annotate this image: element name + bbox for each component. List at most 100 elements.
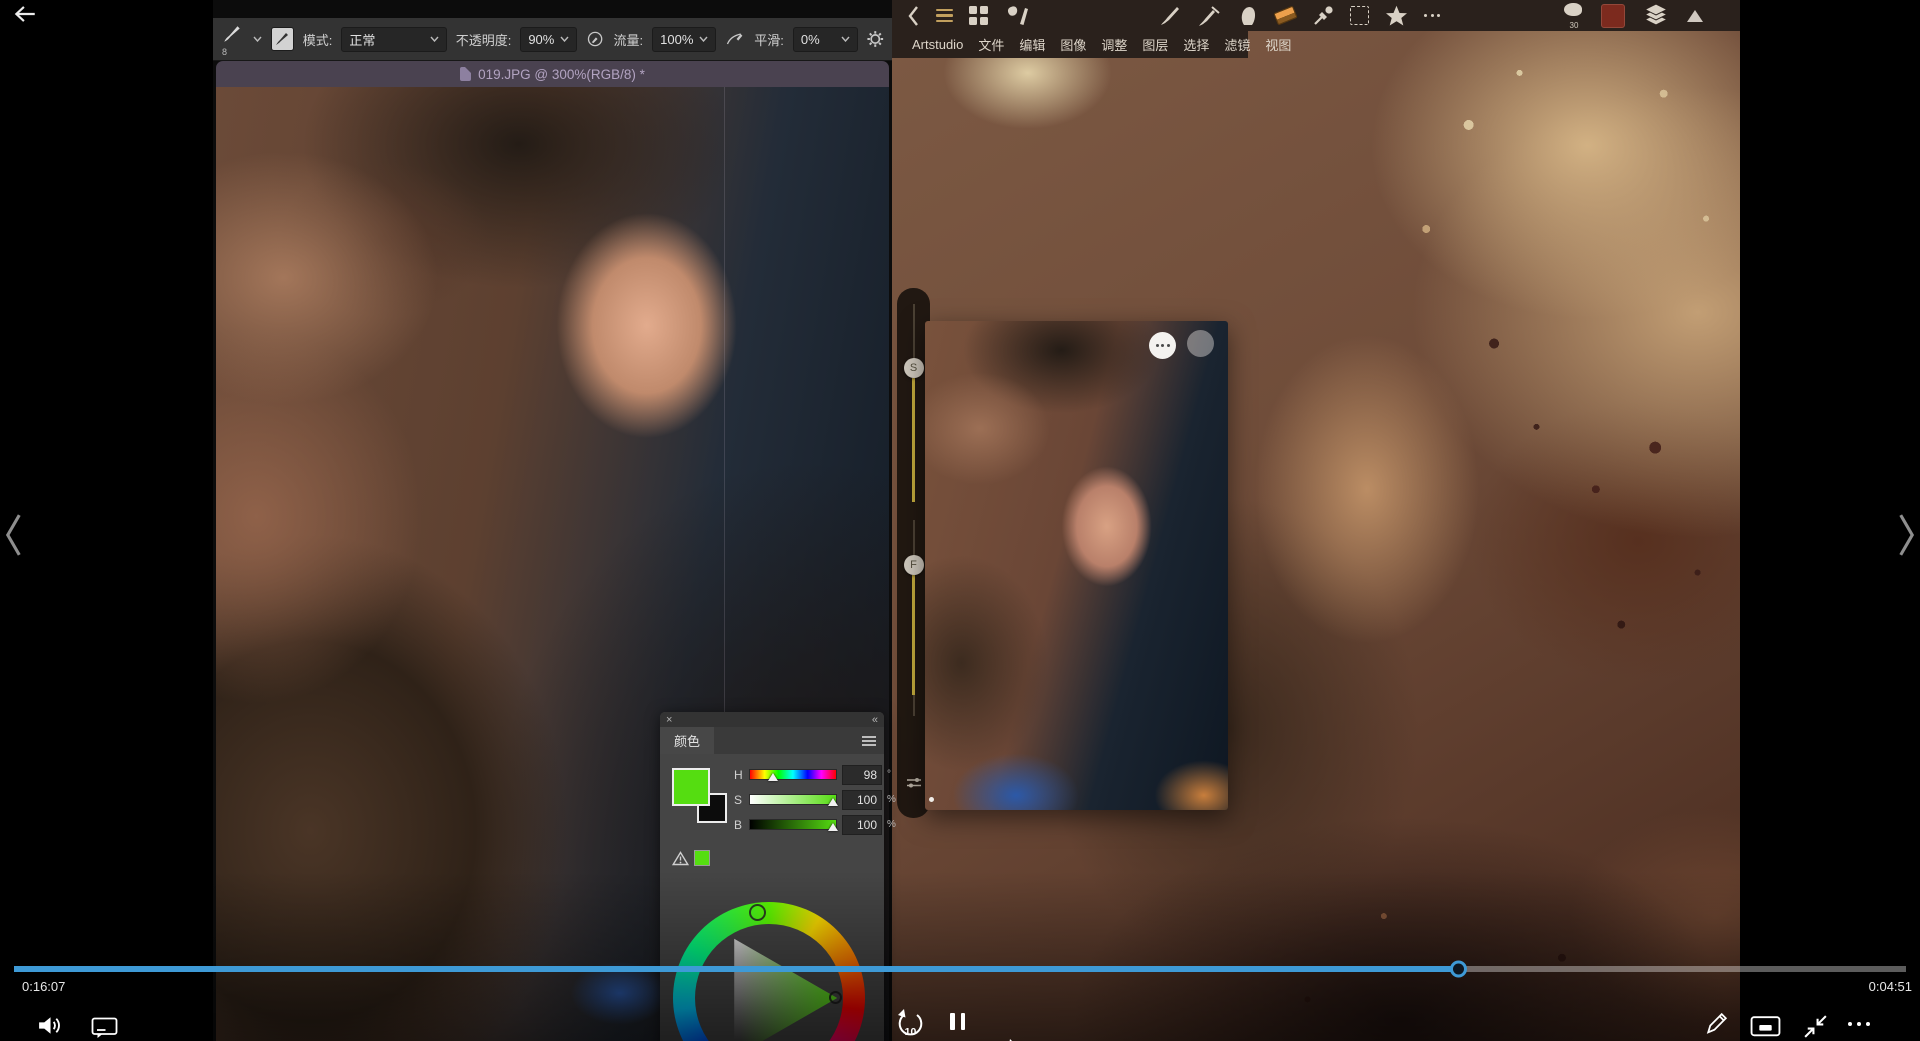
back-chevron-icon[interactable] xyxy=(906,5,920,27)
chevron-down-icon xyxy=(699,36,708,42)
pause-icon xyxy=(950,1013,965,1030)
airbrush-pressure-opacity-icon[interactable] xyxy=(586,28,604,50)
chevron-down-icon xyxy=(430,36,439,42)
progress-played xyxy=(14,966,1458,972)
hsb-sliders: H 98 ° S 100 xyxy=(734,762,896,837)
menu-view[interactable]: 视图 xyxy=(1265,35,1291,54)
reference-resize-handle[interactable] xyxy=(929,797,934,802)
subtitles-button[interactable] xyxy=(90,1015,119,1041)
eyedropper-tool-icon[interactable] xyxy=(1311,4,1335,28)
skip-back-button[interactable]: 10 xyxy=(895,1008,926,1038)
mini-player-button[interactable] xyxy=(1750,1015,1781,1041)
mode-dropdown[interactable]: 正常 xyxy=(341,27,446,52)
hue-unit: ° xyxy=(887,769,896,780)
subtitles-icon xyxy=(90,1015,119,1039)
back-button[interactable] xyxy=(12,4,38,29)
hue-ring-selector[interactable] xyxy=(749,904,766,921)
brush-preset-button[interactable] xyxy=(271,27,294,51)
brightness-row: B 100 % xyxy=(734,812,896,837)
brush-tip-preview-icon xyxy=(1564,3,1582,16)
brightness-value-field[interactable]: 100 xyxy=(842,815,882,835)
reference-image-panel[interactable] xyxy=(925,321,1228,810)
color-panel-body: H 98 ° S 100 xyxy=(660,754,884,1041)
panel-menu-icon[interactable] xyxy=(862,736,876,746)
menu-layer[interactable]: 图层 xyxy=(1142,35,1168,54)
menu-select[interactable]: 选择 xyxy=(1183,35,1209,54)
size-slider-knob[interactable]: S xyxy=(904,358,924,378)
brush-preset-icon xyxy=(274,31,290,47)
reference-photo xyxy=(925,321,1228,810)
sv-triangle-selector[interactable] xyxy=(829,991,842,1004)
hue-value-field[interactable]: 98 xyxy=(842,765,882,785)
smudge-tool-icon[interactable] xyxy=(1236,4,1260,28)
saturation-value-field[interactable]: 100 xyxy=(842,790,882,810)
gallery-grid-icon[interactable] xyxy=(969,6,988,25)
brush-tool-button[interactable]: 8 xyxy=(221,23,244,55)
panel-toggle-triangle-icon[interactable] xyxy=(1687,10,1703,22)
seek-handle[interactable] xyxy=(1450,961,1467,978)
star-favorites-icon[interactable] xyxy=(1384,4,1409,28)
airbrush-mode-icon[interactable] xyxy=(725,28,745,50)
opacity-label: 不透明度: xyxy=(456,30,512,49)
document-title: 019.JPG @ 300%(RGB/8) * xyxy=(478,67,645,82)
flow-slider-knob[interactable]: F xyxy=(904,555,924,575)
menu-artstudio[interactable]: Artstudio xyxy=(912,37,963,52)
brush-icon xyxy=(221,23,243,45)
current-color-swatch[interactable] xyxy=(1601,4,1625,28)
panel-collapse-button[interactable]: « xyxy=(872,714,878,726)
seek-bar[interactable] xyxy=(14,966,1906,972)
previous-video-button[interactable] xyxy=(2,512,24,563)
gamut-color-swatch[interactable] xyxy=(694,850,710,866)
shrink-icon xyxy=(1801,1012,1830,1041)
selection-marquee-icon[interactable] xyxy=(1350,6,1369,25)
saturation-slider-thumb[interactable] xyxy=(828,798,838,806)
gear-icon[interactable] xyxy=(867,29,884,49)
color-panel-header: × « xyxy=(660,712,884,727)
layers-icon[interactable] xyxy=(1642,3,1670,29)
more-tools-icon[interactable] xyxy=(1424,14,1440,17)
pencil-icon xyxy=(1703,1010,1730,1037)
hue-slider-thumb[interactable] xyxy=(768,773,778,781)
hue-slider[interactable] xyxy=(749,769,837,780)
brightness-slider-thumb[interactable] xyxy=(828,823,838,831)
reference-secondary-button[interactable] xyxy=(1187,330,1214,357)
volume-button[interactable] xyxy=(36,1012,63,1041)
menu-file[interactable]: 文件 xyxy=(978,35,1004,54)
menu-edit[interactable]: 编辑 xyxy=(1019,35,1045,54)
flow-dropdown[interactable]: 100% xyxy=(652,27,716,52)
next-video-button[interactable] xyxy=(1896,512,1918,563)
menu-adjust[interactable]: 调整 xyxy=(1101,35,1127,54)
saturation-slider[interactable] xyxy=(749,794,837,805)
chevron-right-icon xyxy=(1896,512,1918,558)
flow-label: 流量: xyxy=(614,30,644,49)
brush-options-bar: 8 模式: 正常 不透明度: 90% 流量: xyxy=(213,18,892,61)
video-player: 8 模式: 正常 不透明度: 90% 流量: xyxy=(0,0,1920,1041)
color-panel-tabs: 颜色 xyxy=(660,727,884,754)
smoothing-dropdown[interactable]: 0% xyxy=(793,27,859,52)
mode-label: 模式: xyxy=(303,30,333,49)
annotate-button[interactable] xyxy=(1703,1010,1730,1041)
sliders-settings-icon[interactable] xyxy=(906,776,922,794)
brightness-slider[interactable] xyxy=(749,819,837,830)
opacity-dropdown[interactable]: 90% xyxy=(520,27,577,52)
brush-size-badge: 30 xyxy=(1564,21,1584,30)
paintbrush-tool-icon[interactable] xyxy=(1158,4,1182,28)
more-options-button[interactable] xyxy=(1848,1022,1870,1026)
wet-brush-tool-icon[interactable] xyxy=(1197,4,1221,28)
panel-close-button[interactable]: × xyxy=(666,714,672,726)
exit-fullscreen-button[interactable] xyxy=(1801,1012,1830,1041)
pause-button[interactable] xyxy=(950,1013,965,1030)
eraser-tool-icon-active[interactable] xyxy=(1273,6,1297,26)
artstudio-window: 30 Artstudio 文件 编辑 图像 调整 图层 xyxy=(892,0,1740,1041)
tab-color[interactable]: 颜色 xyxy=(660,727,714,754)
brush-preview-button[interactable]: 30 xyxy=(1564,3,1584,29)
chevron-down-icon[interactable] xyxy=(253,36,262,42)
document-title-bar[interactable]: 019.JPG @ 300%(RGB/8) * xyxy=(216,61,889,87)
tools-icon[interactable] xyxy=(1004,4,1030,28)
foreground-color-swatch[interactable] xyxy=(672,768,710,806)
menu-filter[interactable]: 滤镜 xyxy=(1224,35,1250,54)
menu-image[interactable]: 图像 xyxy=(1060,35,1086,54)
video-frame: 8 模式: 正常 不透明度: 90% 流量: xyxy=(213,0,1740,1041)
menu-hamburger-icon[interactable] xyxy=(936,9,953,23)
reference-more-button[interactable] xyxy=(1149,332,1176,359)
